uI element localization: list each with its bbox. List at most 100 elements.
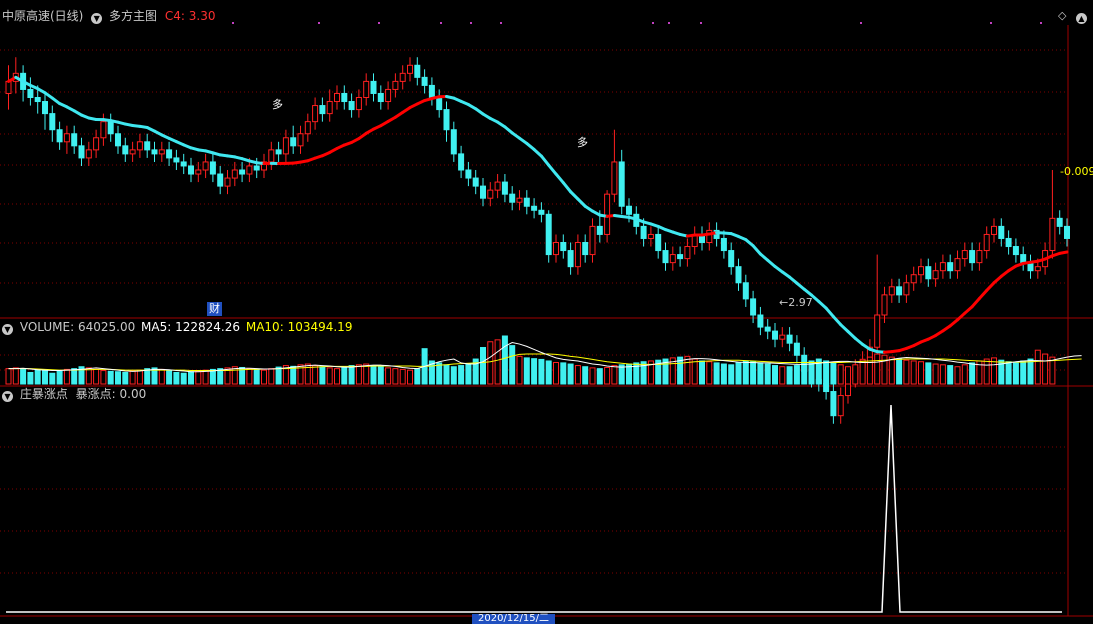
volume-value: 64025.00: [78, 320, 135, 334]
candle-body: [648, 234, 653, 238]
expand-icon[interactable]: ▲: [1076, 9, 1090, 24]
volume-bar: [262, 370, 267, 384]
volume-bar: [1021, 361, 1026, 384]
candle-body: [743, 283, 748, 299]
volume-bar: [568, 364, 573, 384]
signal-marker: [378, 22, 380, 24]
candle-body: [6, 81, 11, 93]
volume-bar: [159, 369, 164, 384]
volume-bar: [130, 371, 135, 384]
volume-bar: [1006, 362, 1011, 384]
indicator-name[interactable]: 多方主图: [109, 9, 157, 23]
trend-ma-segment: [972, 298, 979, 306]
candle-body: [502, 182, 507, 194]
volume-bar: [72, 369, 77, 384]
candle-body: [196, 170, 201, 174]
chevron-down-icon[interactable]: ▼: [2, 391, 13, 402]
candle-body: [999, 226, 1004, 238]
volume-bar: [743, 361, 748, 384]
candle-body: [145, 142, 150, 150]
signal-marker: [668, 22, 670, 24]
volume-bar: [853, 365, 858, 384]
candle-body: [1057, 218, 1062, 226]
volume-bar: [919, 362, 924, 384]
chevron-down-icon[interactable]: ▼: [2, 324, 13, 335]
candle-body: [291, 138, 296, 146]
candle-body: [765, 327, 770, 331]
candle-body: [546, 214, 551, 254]
volume-bar: [13, 368, 18, 384]
volume-bar: [21, 369, 26, 384]
volume-bar: [50, 373, 55, 384]
volume-bar: [459, 366, 464, 384]
volume-bar: [313, 366, 318, 384]
trend-ma-segment: [563, 183, 570, 192]
candle-body: [57, 130, 62, 142]
candle-body: [28, 89, 33, 97]
candle-body: [561, 243, 566, 251]
candle-body: [50, 114, 55, 130]
volume-bar: [729, 365, 734, 384]
volume-bar: [736, 362, 741, 384]
volume-bar: [145, 369, 150, 384]
volume-bar: [882, 355, 887, 384]
candle-body: [371, 81, 376, 93]
volume-bar: [583, 367, 588, 384]
candle-body: [210, 162, 215, 174]
volume-bar: [765, 364, 770, 384]
volume-bar: [940, 365, 945, 384]
candle-body: [130, 150, 135, 154]
volume-bar: [955, 367, 960, 384]
candle-body: [992, 226, 997, 234]
volume-bar: [780, 367, 785, 384]
candle-body: [619, 162, 624, 206]
volume-bar: [517, 356, 522, 384]
volume-bar: [57, 371, 62, 384]
candle-body: [1065, 226, 1070, 238]
candle-body: [612, 162, 617, 194]
trend-ma-segment: [826, 308, 833, 316]
candle-body: [159, 150, 164, 154]
candle-body: [904, 283, 909, 295]
chevron-down-icon[interactable]: ▼: [91, 13, 102, 24]
volume-bar: [408, 370, 413, 384]
collapse-icon[interactable]: ◇: [1058, 9, 1066, 23]
candle-body: [627, 206, 632, 214]
volume-bar: [984, 359, 989, 384]
candle-body: [970, 251, 975, 263]
price-panel-header: 中原高速(日线) ▼ 多方主图 C4: 3.30: [2, 9, 215, 24]
candle-body: [123, 146, 128, 154]
candle-body: [429, 85, 434, 97]
volume-bar: [758, 363, 763, 384]
candle-body: [495, 182, 500, 190]
ma10-label: MA10:: [246, 320, 284, 334]
candle-body: [276, 150, 281, 154]
finance-badge[interactable]: 财: [207, 302, 222, 316]
volume-bar: [342, 367, 347, 384]
volume-bar: [167, 371, 172, 384]
candle-body: [1050, 218, 1055, 250]
volume-bar: [911, 361, 916, 384]
volume-label: VOLUME:: [20, 320, 74, 334]
volume-bar: [794, 366, 799, 384]
candle-body: [575, 243, 580, 267]
chart-canvas[interactable]: [0, 0, 1093, 622]
signal-marker: [990, 22, 992, 24]
candle-body: [794, 343, 799, 355]
candle-body: [378, 93, 383, 101]
volume-bar: [1013, 362, 1018, 384]
candle-body: [962, 251, 967, 259]
candle-body: [875, 315, 880, 347]
volume-bar: [597, 369, 602, 384]
volume-bar: [101, 371, 106, 384]
volume-bar: [524, 358, 529, 384]
volume-bar: [962, 365, 967, 384]
volume-bar: [575, 366, 580, 384]
volume-bar: [860, 361, 865, 384]
candle-body: [831, 392, 836, 416]
volume-bar: [897, 359, 902, 384]
candle-body: [35, 98, 40, 102]
candle-body: [597, 226, 602, 234]
candle-body: [386, 89, 391, 101]
volume-bar: [685, 356, 690, 384]
